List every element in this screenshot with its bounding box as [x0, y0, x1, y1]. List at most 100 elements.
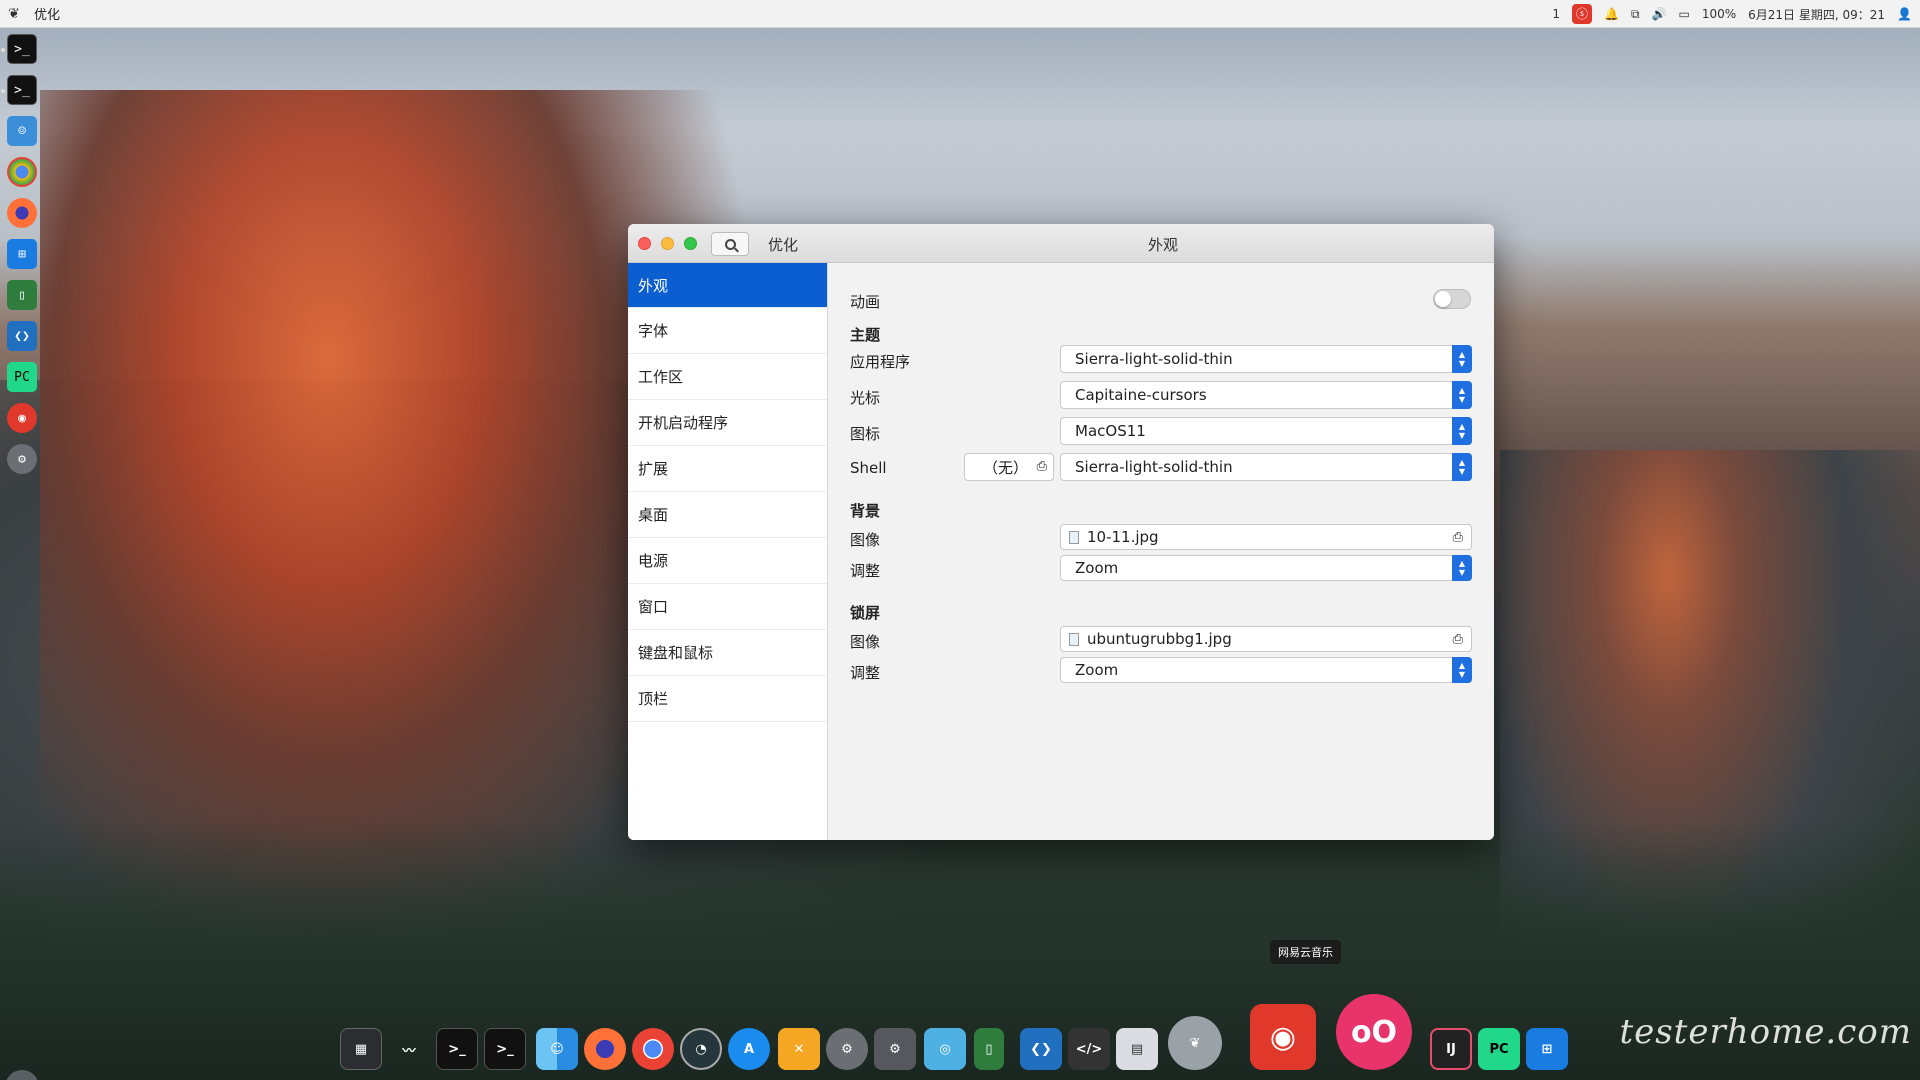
page-title: 外观	[1148, 236, 1179, 254]
volume-icon[interactable]: 🔊	[1652, 7, 1667, 21]
background-image-picker[interactable]: 10-11.jpg ⎙	[1060, 524, 1472, 550]
icon-theme-select[interactable]: MacOS11 ▲ ▼	[1060, 417, 1472, 445]
shell-none-value: （无）	[983, 458, 1029, 477]
sidebar-item-windows[interactable]: 窗口	[628, 584, 827, 630]
terminal-icon[interactable]: >_	[436, 1028, 478, 1070]
spiral-app-icon[interactable]: ◎	[924, 1028, 966, 1070]
app-theme-value: Sierra-light-solid-thin	[1075, 350, 1233, 368]
sidebar-item-keyboard-mouse[interactable]: 键盘和鼠标	[628, 630, 827, 676]
toggle-knob	[1435, 291, 1451, 307]
background-image-label: 图像	[850, 531, 881, 549]
tweaks-window: 优化 外观 外观 字体 工作区 开机启动程序 扩展 桌面 电源 窗口 键盘和鼠标…	[628, 224, 1494, 840]
sidebar-item-desktop[interactable]: 桌面	[628, 492, 827, 538]
animation-label: 动画	[850, 293, 881, 311]
open-file-icon: ⎙	[1452, 530, 1463, 545]
minimize-button[interactable]	[661, 237, 674, 250]
chevron-updown-icon: ▲ ▼	[1452, 657, 1472, 683]
battery-icon[interactable]: ▭	[1679, 7, 1690, 21]
terminal-icon[interactable]: >_	[7, 34, 37, 64]
running-dot	[1, 89, 5, 93]
animation-toggle[interactable]	[1433, 289, 1471, 309]
intellij-icon[interactable]: IJ	[1430, 1028, 1472, 1070]
firefox-icon[interactable]	[584, 1028, 626, 1070]
netease-music-icon[interactable]: ◉	[7, 403, 37, 433]
icon-theme-value: MacOS11	[1075, 422, 1146, 440]
gear-icon[interactable]: ⚙	[874, 1028, 916, 1070]
sidebar-item-workspaces[interactable]: 工作区	[628, 354, 827, 400]
close-button[interactable]	[638, 237, 651, 250]
app-menu-icon[interactable]: ❦	[0, 6, 28, 22]
active-app-name[interactable]: 优化	[34, 4, 60, 23]
app-store-icon[interactable]: A	[728, 1028, 770, 1070]
cursor-theme-select[interactable]: Capitaine-cursors ▲ ▼	[1060, 381, 1472, 409]
butterfly-icon[interactable]: ❦	[1168, 1016, 1222, 1070]
window-titlebar[interactable]: 优化 外观	[628, 224, 1494, 263]
chevron-updown-icon: ▲ ▼	[1452, 453, 1472, 481]
vscode-icon[interactable]: ❮❯	[7, 321, 37, 351]
sidebar-item-startup-apps[interactable]: 开机启动程序	[628, 400, 827, 446]
sidebar-item-extensions[interactable]: 扩展	[628, 446, 827, 492]
netease-tray-icon[interactable]: ⓢ	[1572, 4, 1593, 24]
oo-app-icon[interactable]: oO	[1336, 994, 1412, 1070]
notification-icon[interactable]: 🔔	[1604, 7, 1619, 21]
open-file-icon: ⎙	[1036, 459, 1047, 474]
sidebar-item-appearance[interactable]: 外观	[628, 263, 827, 308]
finder-icon[interactable]: ☺	[7, 116, 37, 146]
cursor-theme-label: 光标	[850, 389, 881, 407]
window-manager-icon[interactable]: ▤	[1116, 1028, 1158, 1070]
status-area: 1 ⓢ 🔔 ⧉ 🔊 ▭ 100% 6月21日 星期四, 09：21 👤	[1552, 0, 1912, 28]
sidebar-item-top-bar[interactable]: 顶栏	[628, 676, 827, 722]
terminal-icon[interactable]: >_	[7, 75, 37, 105]
sidebar-item-power[interactable]: 电源	[628, 538, 827, 584]
terminal-icon[interactable]: >_	[484, 1028, 526, 1070]
pycharm-icon[interactable]: PC	[1478, 1028, 1520, 1070]
chevron-updown-icon: ▲ ▼	[1452, 555, 1472, 581]
clock[interactable]: 6月21日 星期四, 09：21	[1748, 6, 1885, 23]
chrome-icon[interactable]	[632, 1028, 674, 1070]
lockscreen-heading: 锁屏	[850, 604, 881, 622]
cursor-theme-value: Capitaine-cursors	[1075, 386, 1207, 404]
category-sidebar: 外观 字体 工作区 开机启动程序 扩展 桌面 电源 窗口 键盘和鼠标 顶栏	[628, 263, 828, 840]
workspace-switcher-icon[interactable]: ▦	[340, 1028, 382, 1070]
system-settings-icon[interactable]: ⚙	[826, 1028, 868, 1070]
settings-icon[interactable]: ⚙	[7, 444, 37, 474]
vscode-icon[interactable]: ❮❯	[1020, 1028, 1062, 1070]
sequeler-icon[interactable]: ◔	[680, 1028, 722, 1070]
background-heading: 背景	[850, 502, 881, 520]
background-adjust-select[interactable]: Zoom ▲ ▼	[1060, 555, 1472, 581]
code-editor-icon[interactable]: </>	[1068, 1028, 1110, 1070]
launchpad-rocket-icon[interactable]: ➶	[5, 1070, 39, 1080]
lockscreen-image-picker[interactable]: ubuntugrubbg1.jpg ⎙	[1060, 626, 1472, 652]
chevron-updown-icon: ▲ ▼	[1452, 345, 1472, 373]
appearance-panel: 动画 主题 应用程序 Sierra-light-solid-thin ▲ ▼ 光标 …	[828, 263, 1494, 840]
windows-app-icon[interactable]: ⊞	[1526, 1028, 1568, 1070]
lockscreen-adjust-select[interactable]: Zoom ▲ ▼	[1060, 657, 1472, 683]
netease-music-icon[interactable]: ◉	[1250, 1004, 1316, 1070]
pycharm-icon[interactable]: PC	[7, 362, 37, 392]
chevron-updown-icon: ▲ ▼	[1452, 417, 1472, 445]
dock: ▦ 〰 >_ >_ ☺ ◔ A ✕ ⚙ ⚙ ◎ ▯ ❮❯ </> ▤ ❦ ◉ o…	[330, 994, 1590, 1076]
workspace-indicator[interactable]: 1	[1552, 7, 1560, 21]
lockscreen-image-label: 图像	[850, 633, 881, 651]
xcode-tools-icon[interactable]: ✕	[778, 1028, 820, 1070]
chrome-icon[interactable]	[7, 157, 37, 187]
network-icon[interactable]: ⧉	[1631, 7, 1640, 22]
finder-icon[interactable]: ☺	[536, 1028, 578, 1070]
nqq-icon[interactable]: ▯	[974, 1028, 1004, 1070]
sidebar-item-fonts[interactable]: 字体	[628, 308, 827, 354]
image-file-icon	[1069, 633, 1079, 646]
shell-theme-select[interactable]: Sierra-light-solid-thin ▲ ▼	[1060, 453, 1472, 481]
lockscreen-adjust-label: 调整	[850, 664, 881, 682]
firefox-icon[interactable]	[7, 198, 37, 228]
nqq-icon[interactable]: ▯	[7, 280, 37, 310]
user-menu-icon[interactable]: 👤	[1897, 7, 1912, 21]
windows-app-icon[interactable]: ⊞	[7, 239, 37, 269]
app-theme-select[interactable]: Sierra-light-solid-thin ▲ ▼	[1060, 345, 1472, 373]
search-button[interactable]	[711, 232, 749, 256]
shell-file-button[interactable]: （无） ⎙	[964, 453, 1054, 481]
dock-tooltip: 网易云音乐	[1270, 940, 1341, 964]
chevron-updown-icon: ▲ ▼	[1452, 381, 1472, 409]
top-bar: ❦ 优化 1 ⓢ 🔔 ⧉ 🔊 ▭ 100% 6月21日 星期四, 09：21 👤	[0, 0, 1920, 28]
system-monitor-icon[interactable]: 〰	[388, 1028, 430, 1070]
maximize-button[interactable]	[684, 237, 697, 250]
